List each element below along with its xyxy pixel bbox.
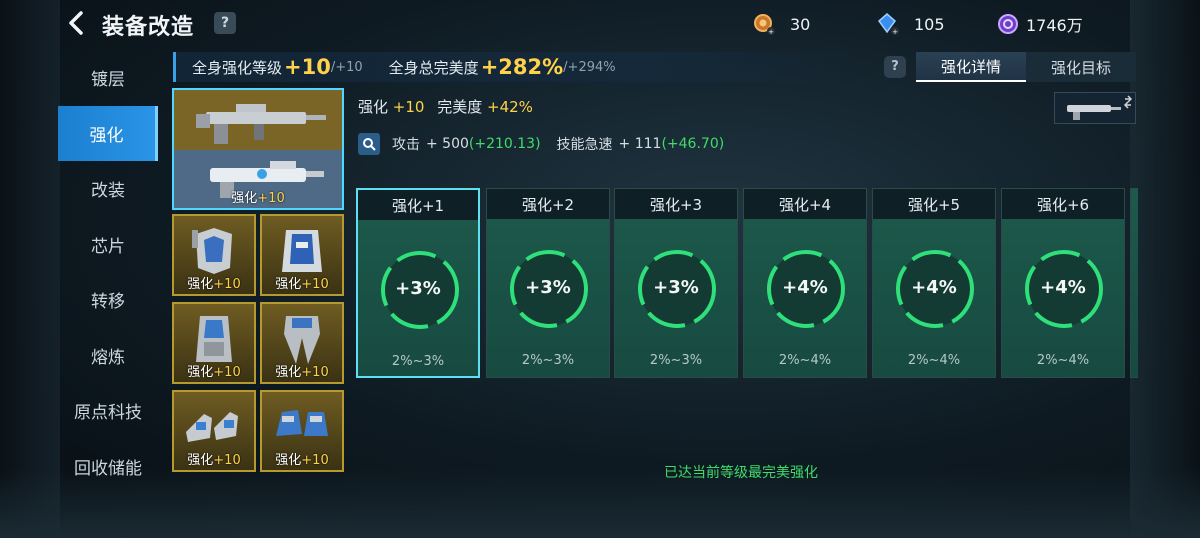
skill-label: 技能急速 <box>556 137 613 153</box>
help-button[interactable]: ? <box>214 12 236 34</box>
card-range: 2%~3% <box>521 353 575 368</box>
card-range: 2%~4% <box>778 353 832 368</box>
blue-crystal-icon: + <box>877 13 899 36</box>
enhance-label: 强化 <box>358 98 389 116</box>
card-range: 2%~4% <box>907 353 961 368</box>
nav-item-modify[interactable]: 改装 <box>58 161 158 217</box>
background-wall-right <box>1130 0 1200 538</box>
resource-coin: 1746万 <box>996 12 1083 36</box>
equipment-level: 强化+10 <box>275 365 329 380</box>
equipment-level: 强化+10 <box>275 277 329 292</box>
skill-value: + 111 <box>618 136 662 152</box>
resource-crystal: + 105 <box>876 12 945 36</box>
total-level-label: 全身强化等级 <box>192 58 283 77</box>
attack-value: + 500 <box>426 136 469 152</box>
equipment-level: 强化+10 <box>231 191 285 206</box>
card-percent: +3% <box>653 277 699 298</box>
total-perfect-value: +282% <box>480 55 564 79</box>
attack-bonus: (+210.13) <box>468 136 541 152</box>
page-title: 装备改造 <box>102 15 195 40</box>
card-title: 强化+6 <box>1002 189 1124 219</box>
card-percent: +3% <box>395 278 441 299</box>
enhance-card-4[interactable]: 强化+4 +4% 2%~4% <box>743 188 867 378</box>
card-title: 强化+1 <box>358 190 478 220</box>
equipment-slot-vest[interactable]: 强化+10 <box>260 214 344 296</box>
card-title: 强化+3 <box>615 189 737 219</box>
item-stats-line: 攻击 + 500 (+210.13) 技能急速 + 111 (+46.70) <box>358 133 724 155</box>
chevron-left-icon <box>69 11 83 35</box>
svg-text:+: + <box>768 28 774 36</box>
nav-item-enhance[interactable]: 强化 <box>58 105 158 161</box>
equipment-slot-rifle[interactable]: 强化+10 <box>172 88 344 210</box>
total-perfect-max: /+294% <box>563 59 616 75</box>
enhance-card-6[interactable]: 强化+6 +4% 2%~4% <box>1001 188 1125 378</box>
card-range: 2%~3% <box>649 353 703 368</box>
card-title: 强化+4 <box>744 189 866 219</box>
skill-bonus: (+46.70) <box>661 136 725 152</box>
enhance-card-2[interactable]: 强化+2 +3% 2%~3% <box>486 188 610 378</box>
summary-strip: 全身强化等级 +10 /+10 全身总完美度 +282% /+294% <box>173 52 858 82</box>
enhance-cards-row: 强化+1 +3% 2%~3% 强化+2 +3% 2%~3% 强化+3 +3% 2… <box>356 188 1138 378</box>
side-nav: 镀层 强化 改装 芯片 转移 熔炼 原点科技 回收储能 <box>58 50 158 494</box>
top-bar: 装备改造 ? + 30 + 105 1746万 <box>0 0 1200 48</box>
tab-enhance-detail[interactable]: 强化详情 <box>916 52 1026 82</box>
enhance-card-partial <box>1130 188 1138 378</box>
resource-medal: + 30 <box>752 12 810 36</box>
total-level-max: /+10 <box>330 59 363 75</box>
equipment-level: 强化+10 <box>187 365 241 380</box>
nav-item-transfer[interactable]: 转移 <box>58 272 158 328</box>
equipment-slot-leg[interactable]: 强化+10 <box>260 302 344 384</box>
equipment-slot-boots[interactable]: 强化+10 <box>172 390 256 472</box>
purple-coin-icon <box>998 14 1018 34</box>
perfect-label: 完美度 <box>437 98 483 116</box>
equipment-slot-gloves[interactable]: 强化+10 <box>260 390 344 472</box>
crystal-count: 105 <box>914 14 945 34</box>
swap-weapon-button[interactable] <box>1054 92 1136 124</box>
nav-item-origin-tech[interactable]: 原点科技 <box>58 383 158 439</box>
nav-item-chip[interactable]: 芯片 <box>58 217 158 273</box>
back-button[interactable] <box>62 8 92 38</box>
equipment-level: 强化+10 <box>187 277 241 292</box>
card-percent: +4% <box>782 277 828 298</box>
total-perfect-label: 全身总完美度 <box>388 58 479 77</box>
coin-count: 1746万 <box>1026 16 1083 35</box>
enhance-value: +10 <box>392 98 425 116</box>
bronze-medal-icon: + <box>754 14 775 36</box>
enhance-card-1[interactable]: 强化+1 +3% 2%~3% <box>356 188 480 378</box>
enhance-card-5[interactable]: 强化+5 +4% 2%~4% <box>872 188 996 378</box>
card-percent: +3% <box>525 277 571 298</box>
card-title: 强化+5 <box>873 189 995 219</box>
search-icon[interactable] <box>358 133 380 155</box>
card-range: 2%~4% <box>1036 353 1090 368</box>
status-message: 已达当前等级最完美强化 <box>664 465 818 481</box>
total-level-value: +10 <box>284 55 331 79</box>
equipment-level: 强化+10 <box>187 453 241 468</box>
info-help-button[interactable]: ? <box>884 56 906 78</box>
rifle-swap-icon <box>1067 95 1133 120</box>
card-range: 2%~3% <box>391 354 445 369</box>
equipment-slot-arm[interactable]: 强化+10 <box>172 302 256 384</box>
tab-enhance-target[interactable]: 强化目标 <box>1026 52 1136 82</box>
nav-item-plating[interactable]: 镀层 <box>58 50 158 106</box>
card-percent: +4% <box>1040 277 1086 298</box>
perfect-value: +42% <box>487 98 533 116</box>
attack-label: 攻击 <box>392 137 420 153</box>
medal-count: 30 <box>790 14 811 34</box>
enhance-card-3[interactable]: 强化+3 +3% 2%~3% <box>614 188 738 378</box>
nav-item-recycle[interactable]: 回收储能 <box>58 439 158 495</box>
equipment-slot-chest[interactable]: 强化+10 <box>172 214 256 296</box>
svg-text:+: + <box>892 28 898 36</box>
background-floor <box>0 468 1200 538</box>
card-title: 强化+2 <box>487 189 609 219</box>
background-wall-left <box>0 0 60 538</box>
nav-item-smelt[interactable]: 熔炼 <box>58 328 158 384</box>
card-percent: +4% <box>911 277 957 298</box>
item-enhance-line: 强化 +10 完美度 +42% <box>358 96 533 117</box>
detail-tabs: 强化详情 强化目标 <box>916 52 1136 82</box>
equipment-level: 强化+10 <box>275 453 329 468</box>
